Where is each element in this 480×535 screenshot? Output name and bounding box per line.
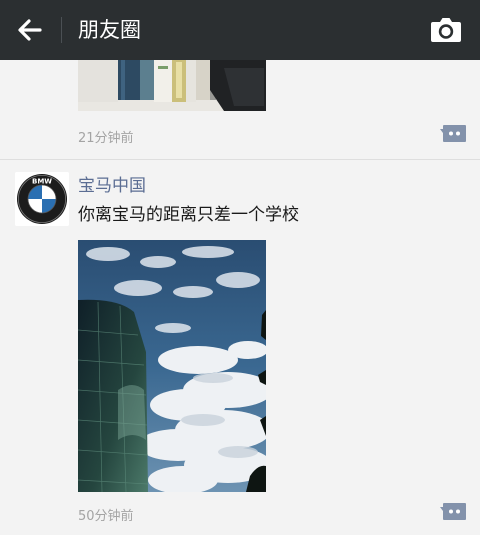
post-divider xyxy=(0,159,480,160)
moments-feed[interactable]: 21分钟前 BMW 宝马中国 你离宝马的距离只差一个学校 50分钟前 xyxy=(0,60,480,535)
title-bar: 朋友圈 xyxy=(0,0,480,60)
title-divider xyxy=(61,17,62,43)
comment-button[interactable] xyxy=(439,124,467,146)
bmw-logo: BMW xyxy=(15,172,69,226)
comment-button[interactable] xyxy=(439,502,467,524)
arrow-left-icon xyxy=(18,19,42,41)
glass-building-and-cloudy-sky-photo xyxy=(78,240,266,492)
comment-bubble-icon xyxy=(440,503,466,520)
back-button[interactable] xyxy=(10,10,50,50)
page-title: 朋友圈 xyxy=(78,18,141,42)
books-on-shelf-photo xyxy=(78,60,266,111)
author-name[interactable]: 宝马中国 xyxy=(78,175,146,197)
post-text: 你离宝马的距离只差一个学校 xyxy=(78,205,299,225)
post-image-building[interactable] xyxy=(78,240,266,492)
post-time: 21分钟前 xyxy=(78,131,134,146)
bmw-logo-text: BMW xyxy=(32,178,52,186)
post-time: 50分钟前 xyxy=(78,509,134,524)
avatar[interactable]: BMW xyxy=(15,172,69,226)
post-image-books[interactable] xyxy=(78,60,266,111)
comment-bubble-icon xyxy=(440,125,466,142)
camera-icon xyxy=(431,18,461,42)
camera-button[interactable] xyxy=(426,12,466,48)
